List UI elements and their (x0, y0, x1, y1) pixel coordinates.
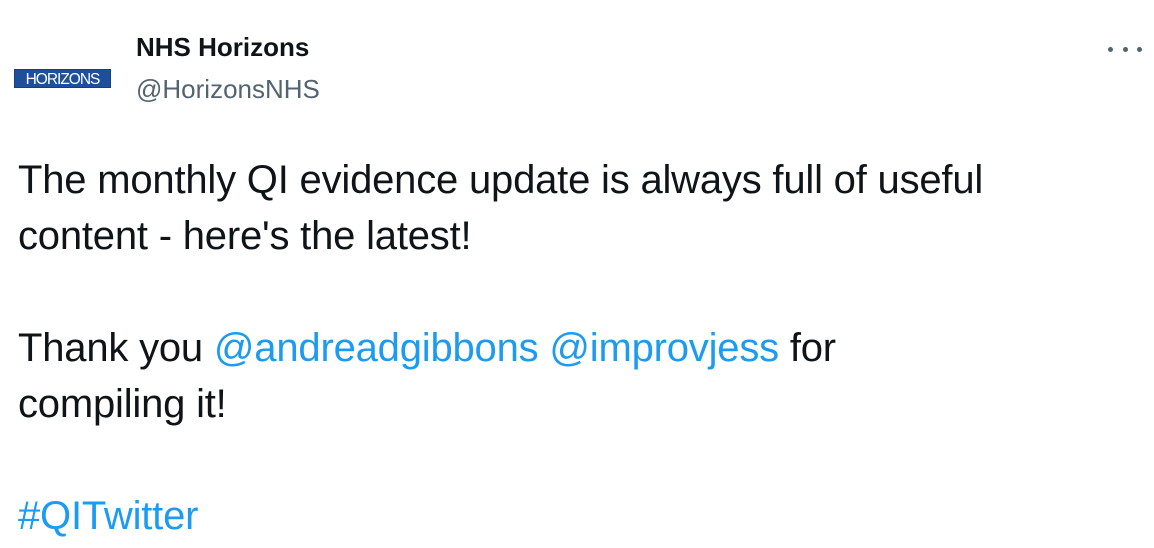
more-options-button[interactable] (1108, 40, 1142, 58)
mention-link-improvjess[interactable]: @improvjess (549, 326, 779, 370)
tweet-text: The monthly QI evidence update is always… (18, 152, 1148, 544)
tweet-text-line: compiling it! (18, 382, 227, 426)
thanks-text: Thank you (18, 326, 203, 370)
mention-link-andreadgibbons[interactable]: @andreadgibbons (214, 326, 539, 370)
hashtag-link[interactable]: #QITwitter (18, 488, 1148, 544)
tweet-text-line: content - here's the latest! (18, 214, 472, 258)
user-handle[interactable]: @HorizonsNHS (136, 73, 320, 105)
avatar[interactable]: HORIZONS (0, 6, 128, 134)
tweet-text-line: Thank you @andreadgibbons @improvjess fo… (18, 320, 1148, 376)
display-name[interactable]: NHS Horizons (136, 31, 309, 63)
for-text: for (789, 326, 836, 370)
tweet-text-line: The monthly QI evidence update is always… (18, 158, 984, 202)
more-horizontal-icon (1122, 46, 1128, 52)
more-horizontal-icon (1137, 46, 1142, 52)
tweet: HORIZONS NHS Horizons @HorizonsNHS The m… (0, 0, 1154, 548)
more-horizontal-icon (1108, 46, 1113, 52)
horizons-logo: HORIZONS (14, 69, 111, 88)
